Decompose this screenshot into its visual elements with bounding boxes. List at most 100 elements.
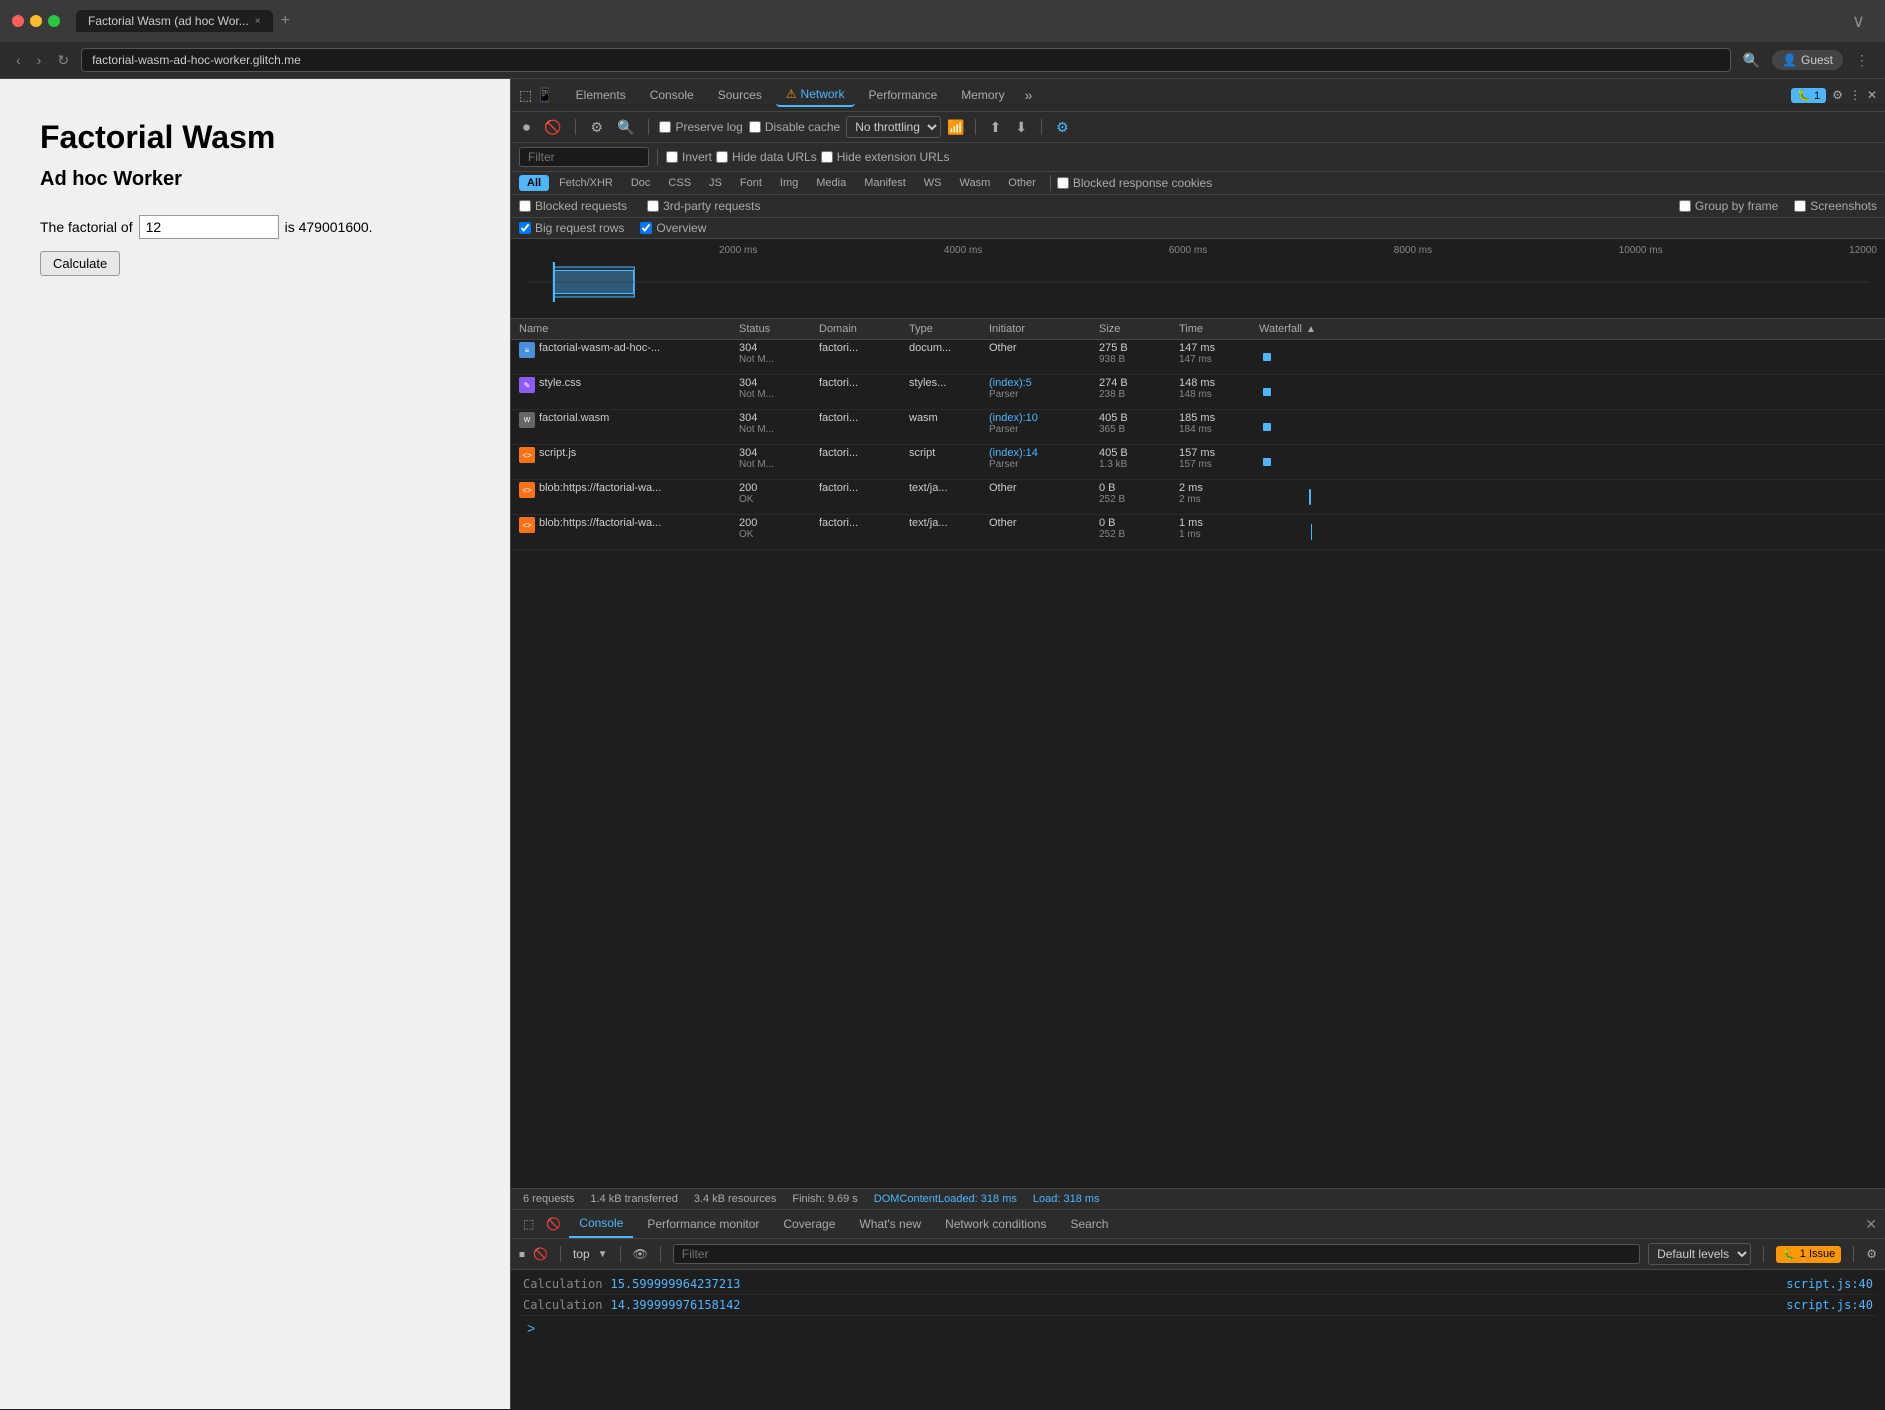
console-tab-console[interactable]: Console (569, 1210, 633, 1238)
console-output[interactable]: Calculation 15.599999964237213 script.js… (511, 1270, 1885, 1409)
header-name[interactable]: Name (519, 323, 739, 335)
hide-extension-urls-checkbox[interactable] (821, 151, 833, 163)
disable-cache-label[interactable]: Disable cache (749, 120, 840, 134)
console-filter-input[interactable] (673, 1244, 1640, 1264)
filter-font-button[interactable]: Font (732, 175, 770, 191)
overview-checkbox[interactable] (640, 222, 652, 234)
console-tab-whats-new[interactable]: What's new (849, 1211, 931, 1237)
console-eye-icon[interactable]: 👁 (633, 1247, 648, 1261)
console-prompt[interactable]: > (519, 1316, 1877, 1340)
header-domain[interactable]: Domain (819, 323, 909, 335)
close-button[interactable] (12, 15, 24, 27)
minimize-button[interactable] (30, 15, 42, 27)
filter-ws-button[interactable]: WS (916, 175, 950, 191)
table-row[interactable]: <> script.js 304 Not M... factori... scr… (511, 445, 1885, 480)
filter-all-button[interactable]: All (519, 175, 549, 191)
window-expand-icon[interactable]: ∨ (1844, 11, 1873, 32)
drawer-icon[interactable]: ⬚ (519, 1211, 538, 1237)
clear-button[interactable]: 🚫 (540, 117, 565, 138)
console-stop-icon[interactable]: ⏹ (519, 1247, 525, 1262)
devtools-more-icon[interactable]: ⋮ (1849, 88, 1861, 102)
console-tab-coverage[interactable]: Coverage (773, 1211, 845, 1237)
hide-extension-urls-label[interactable]: Hide extension URLs (821, 150, 950, 164)
device-icon[interactable]: 📱 (536, 87, 553, 104)
filter-manifest-button[interactable]: Manifest (856, 175, 914, 191)
disable-cache-checkbox[interactable] (749, 121, 761, 133)
table-row[interactable]: W factorial.wasm 304 Not M... factori...… (511, 410, 1885, 445)
download-icon[interactable]: ⬇ (1011, 117, 1031, 138)
search-icon[interactable]: 🔍 (613, 117, 638, 138)
table-row[interactable]: ✎ style.css 304 Not M... factori... styl… (511, 375, 1885, 410)
console-tab-network-conditions[interactable]: Network conditions (935, 1211, 1056, 1237)
console-context-dropdown[interactable]: ▼ (598, 1249, 608, 1260)
header-size[interactable]: Size (1099, 323, 1179, 335)
filter-media-button[interactable]: Media (808, 175, 854, 191)
reload-button[interactable]: ↻ (53, 50, 73, 71)
filter-wasm-button[interactable]: Wasm (952, 175, 999, 191)
table-row[interactable]: ≡ factorial-wasm-ad-hoc-... 304 Not M...… (511, 340, 1885, 375)
inspect-icon[interactable]: ⬚ (519, 87, 532, 104)
tab-performance[interactable]: Performance (859, 84, 948, 106)
devtools-close-icon[interactable]: ✕ (1867, 88, 1877, 102)
upload-icon[interactable]: ⬆ (986, 117, 1006, 138)
tab-network[interactable]: ⚠ Network (776, 83, 855, 107)
issue-badge[interactable]: 🐛 1 (1791, 88, 1826, 103)
console-level-select[interactable]: Default levels (1648, 1243, 1751, 1265)
drawer-clear-icon[interactable]: 🚫 (542, 1211, 565, 1237)
tab-close-button[interactable]: × (255, 16, 261, 27)
header-time[interactable]: Time (1179, 323, 1259, 335)
hide-data-urls-checkbox[interactable] (716, 151, 728, 163)
more-tabs-button[interactable]: » (1019, 85, 1039, 105)
factorial-input[interactable] (139, 215, 279, 239)
back-button[interactable]: ‹ (12, 50, 25, 70)
invert-label[interactable]: Invert (666, 150, 712, 164)
filter-other-button[interactable]: Other (1000, 175, 1044, 191)
maximize-button[interactable] (48, 15, 60, 27)
header-waterfall[interactable]: Waterfall ▲ (1259, 323, 1877, 335)
issue-badge[interactable]: 🐛 1 Issue (1776, 1246, 1841, 1263)
invert-checkbox[interactable] (666, 151, 678, 163)
tab-elements[interactable]: Elements (566, 84, 636, 106)
table-row[interactable]: <> blob:https://factorial-wa... 200 OK f… (511, 515, 1885, 550)
tab-console[interactable]: Console (640, 84, 704, 106)
console-settings-icon[interactable]: ⚙ (1866, 1247, 1877, 1261)
big-rows-checkbox[interactable] (519, 222, 531, 234)
console-tab-performance-monitor[interactable]: Performance monitor (637, 1211, 769, 1237)
browser-tab[interactable]: Factorial Wasm (ad hoc Wor... × (76, 10, 273, 32)
throttle-select[interactable]: No throttling (846, 116, 941, 138)
url-bar[interactable] (81, 48, 1731, 72)
header-status[interactable]: Status (739, 323, 819, 335)
network-settings-icon[interactable]: ⚙ (1052, 117, 1073, 138)
guest-button[interactable]: 👤 Guest (1772, 50, 1843, 70)
calculate-button[interactable]: Calculate (40, 251, 120, 276)
filter-fetch-xhr-button[interactable]: Fetch/XHR (551, 175, 621, 191)
more-options-button[interactable]: ⋮ (1851, 50, 1873, 71)
tab-sources[interactable]: Sources (708, 84, 772, 106)
new-tab-button[interactable]: + (273, 8, 298, 34)
filter-doc-button[interactable]: Doc (623, 175, 659, 191)
blocked-cookies-label[interactable]: Blocked response cookies (1057, 176, 1212, 190)
console-clear-icon[interactable]: 🚫 (533, 1247, 548, 1261)
blocked-requests-checkbox[interactable] (519, 200, 531, 212)
preserve-log-checkbox[interactable] (659, 121, 671, 133)
filter-img-button[interactable]: Img (772, 175, 806, 191)
record-stop-button[interactable]: ⏺ (519, 117, 534, 138)
console-tab-search[interactable]: Search (1060, 1211, 1118, 1237)
screenshots-checkbox[interactable] (1794, 200, 1806, 212)
console-close-button[interactable]: ✕ (1865, 1216, 1877, 1233)
table-row[interactable]: <> blob:https://factorial-wa... 200 OK f… (511, 480, 1885, 515)
preserve-log-label[interactable]: Preserve log (659, 120, 742, 134)
filter-js-button[interactable]: JS (701, 175, 730, 191)
third-party-checkbox[interactable] (647, 200, 659, 212)
group-by-frame-checkbox[interactable] (1679, 200, 1691, 212)
tab-memory[interactable]: Memory (951, 84, 1014, 106)
blocked-cookies-checkbox[interactable] (1057, 177, 1069, 189)
header-initiator[interactable]: Initiator (989, 323, 1099, 335)
console-file-1[interactable]: script.js:40 (1786, 1277, 1873, 1291)
filter-icon[interactable]: ⚙ (586, 117, 607, 138)
hide-data-urls-label[interactable]: Hide data URLs (716, 150, 817, 164)
network-table[interactable]: ≡ factorial-wasm-ad-hoc-... 304 Not M...… (511, 340, 1885, 1188)
filter-input[interactable] (519, 147, 649, 167)
settings-icon[interactable]: ⚙ (1832, 88, 1843, 102)
header-type[interactable]: Type (909, 323, 989, 335)
